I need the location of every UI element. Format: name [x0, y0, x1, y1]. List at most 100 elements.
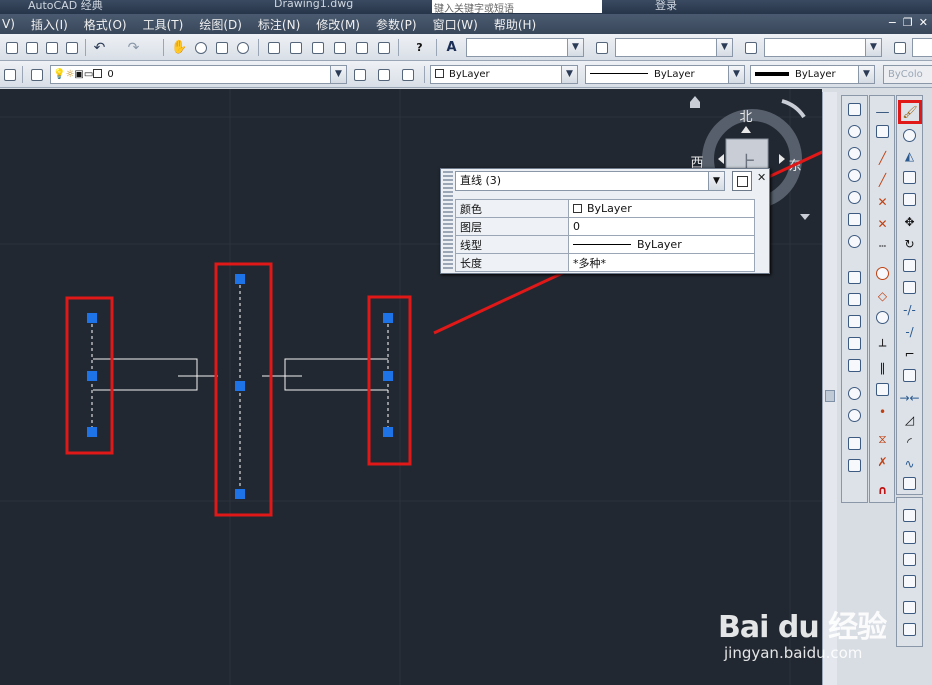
send-under-icon[interactable]: [900, 572, 919, 591]
snap-insert-icon[interactable]: [873, 380, 892, 399]
multileader-style-icon[interactable]: [890, 38, 909, 57]
scrollbar-thumb[interactable]: [825, 390, 835, 402]
offset-icon[interactable]: [900, 168, 919, 187]
calculator-icon[interactable]: [374, 38, 393, 57]
menu-item-help[interactable]: 帮助(H): [486, 16, 544, 33]
lineweight-select[interactable]: ByLayer ▼: [750, 65, 875, 84]
property-value[interactable]: ByLayer: [568, 235, 755, 254]
text-style-select[interactable]: ▼: [466, 38, 584, 57]
snap-intersection-icon[interactable]: ✕: [873, 192, 892, 211]
snap-from-icon[interactable]: [873, 122, 892, 141]
box-icon[interactable]: [845, 210, 864, 229]
extend-icon[interactable]: -/: [900, 322, 919, 341]
copy-icon[interactable]: [900, 126, 919, 145]
pan-icon[interactable]: ✋: [170, 38, 189, 57]
zoom-in-icon[interactable]: [845, 384, 864, 403]
snap-nearest-icon[interactable]: ⧖: [873, 430, 892, 449]
chamfer-icon[interactable]: ◿: [900, 410, 919, 429]
text-front-icon[interactable]: [900, 598, 919, 617]
bring-to-front-icon[interactable]: [900, 506, 919, 525]
table-style-select[interactable]: ▼: [764, 38, 882, 57]
properties-icon[interactable]: [264, 38, 283, 57]
sheet-set-icon[interactable]: [330, 38, 349, 57]
tool-palettes-icon[interactable]: [308, 38, 327, 57]
zoom-realtime-icon[interactable]: [191, 38, 210, 57]
rotate-icon[interactable]: ↻: [900, 234, 919, 253]
viewcube-east-arrow[interactable]: [779, 154, 785, 164]
snap-tangent-icon[interactable]: [873, 308, 892, 327]
linetype-select[interactable]: ByLayer ▼: [585, 65, 745, 84]
help-icon[interactable]: ?: [410, 38, 429, 57]
dim-style-icon[interactable]: [592, 38, 611, 57]
dim-style-select[interactable]: ▼: [615, 38, 733, 57]
snap-node-icon[interactable]: •: [873, 402, 892, 421]
menu-item-window[interactable]: 窗口(W): [425, 16, 486, 33]
zoom-out-icon[interactable]: [845, 406, 864, 425]
vertical-scrollbar[interactable]: [822, 92, 837, 685]
close-icon[interactable]: ✕: [757, 171, 767, 184]
explode-icon[interactable]: [900, 474, 919, 493]
search-input[interactable]: 键入关键字或短语: [432, 0, 602, 14]
grip[interactable]: [87, 427, 97, 437]
menu-item-parametric[interactable]: 参数(P): [368, 16, 425, 33]
snap-extension-icon[interactable]: ┄: [873, 236, 892, 255]
quick-select-icon[interactable]: [732, 171, 752, 191]
magnet-icon[interactable]: ∩: [873, 480, 892, 499]
chevron-down-icon[interactable]: ▼: [708, 172, 724, 190]
menu-item-dimension[interactable]: 标注(N): [250, 16, 308, 33]
viewcube-west-arrow[interactable]: [718, 154, 724, 164]
stretch-icon[interactable]: [900, 278, 919, 297]
globe-add-icon[interactable]: [845, 166, 864, 185]
grip[interactable]: [87, 313, 97, 323]
snap-apparent-icon[interactable]: ✕: [873, 214, 892, 233]
zoom-all-icon[interactable]: [845, 434, 864, 453]
new-icon[interactable]: [2, 38, 21, 57]
snap-none-icon[interactable]: ✗: [873, 452, 892, 471]
zoom-window-icon[interactable]: [212, 38, 231, 57]
design-center-icon[interactable]: [286, 38, 305, 57]
grip[interactable]: [235, 274, 245, 284]
globe-icon[interactable]: [845, 144, 864, 163]
grip[interactable]: [235, 381, 245, 391]
publish-icon[interactable]: [62, 38, 81, 57]
snap-parallel-icon[interactable]: ∥: [873, 358, 892, 377]
match-properties-icon[interactable]: 🖌: [898, 100, 922, 124]
no-entry-icon[interactable]: [845, 188, 864, 207]
login-link[interactable]: 登录: [655, 0, 677, 13]
zoom-object-icon[interactable]: [845, 356, 864, 375]
zoom-window-icon[interactable]: [845, 268, 864, 287]
zoom-previous-icon[interactable]: [233, 38, 252, 57]
orbit-icon[interactable]: [845, 122, 864, 141]
property-value[interactable]: *多种*: [568, 253, 755, 272]
menu-item-format[interactable]: 格式(O): [76, 16, 135, 33]
grip[interactable]: [235, 489, 245, 499]
zoom-scale-icon[interactable]: [845, 312, 864, 331]
undo-icon[interactable]: ↶: [90, 38, 109, 57]
grip[interactable]: [383, 427, 393, 437]
hatch-back-icon[interactable]: [900, 620, 919, 639]
menu-item-insert[interactable]: 插入(I): [23, 16, 76, 33]
multileader-style-select[interactable]: [912, 38, 932, 57]
layer-previous-icon[interactable]: [398, 65, 417, 84]
snap-midpoint-icon[interactable]: ╱: [873, 170, 892, 189]
grip[interactable]: [87, 371, 97, 381]
mirror-icon[interactable]: ◭: [900, 146, 919, 165]
bring-above-icon[interactable]: [900, 550, 919, 569]
layer-manager-icon[interactable]: [0, 65, 19, 84]
blend-icon[interactable]: ∿: [900, 454, 919, 473]
view-icon[interactable]: [845, 100, 864, 119]
snap-perpendicular-icon[interactable]: ┴: [873, 336, 892, 355]
layer-states-icon[interactable]: [27, 65, 46, 84]
save-icon[interactable]: [42, 38, 61, 57]
home-icon[interactable]: [690, 96, 700, 108]
zoom-dynamic-icon[interactable]: [845, 290, 864, 309]
zoom-center-icon[interactable]: [845, 334, 864, 353]
redo-icon[interactable]: ↷: [124, 38, 143, 57]
break-at-point-icon[interactable]: ⌐: [900, 344, 919, 363]
layer-iso-icon[interactable]: [374, 65, 393, 84]
minimize-icon[interactable]: −: [888, 16, 897, 29]
property-value[interactable]: 0: [568, 217, 755, 236]
menu-item-modify[interactable]: 修改(M): [308, 16, 368, 33]
join-icon[interactable]: →←: [899, 388, 919, 407]
viewcube-north-arrow[interactable]: [741, 126, 751, 133]
